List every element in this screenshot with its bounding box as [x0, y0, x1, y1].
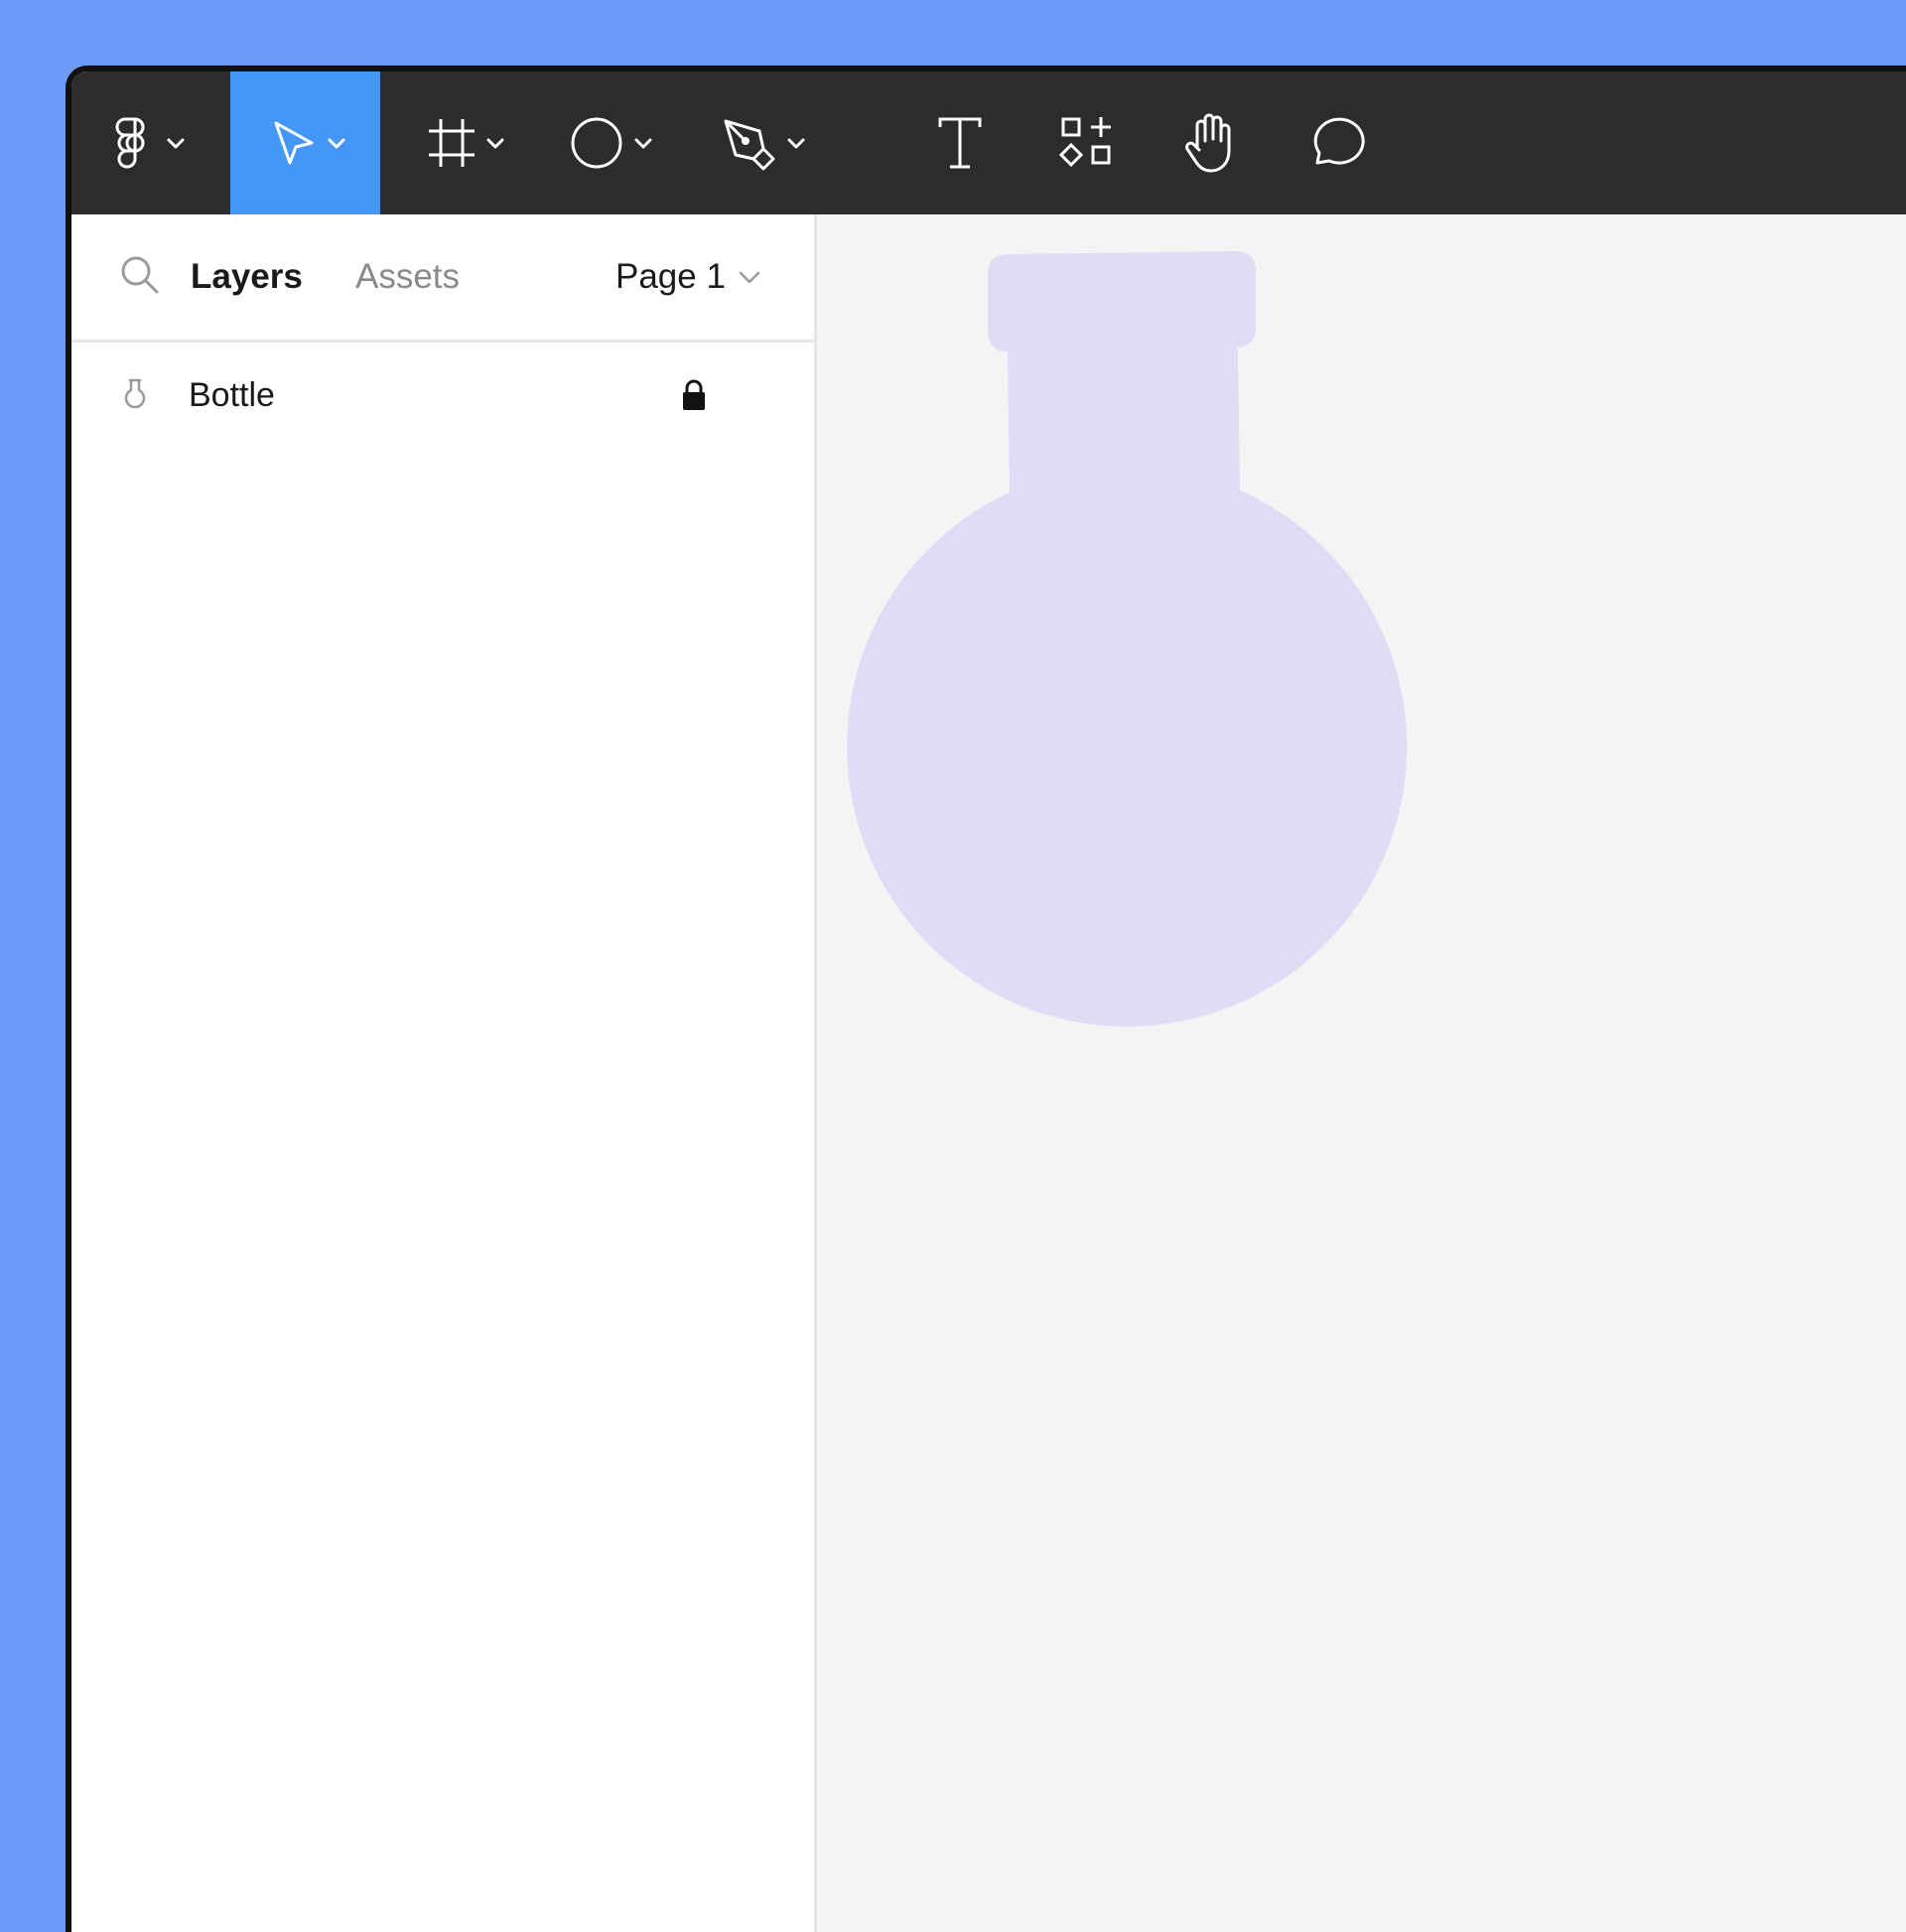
- app-window: Layers Assets Page 1 Bottle: [66, 66, 1906, 1932]
- figma-logo-icon: [115, 117, 185, 169]
- tab-assets[interactable]: Assets: [355, 214, 460, 340]
- text-tool-button[interactable]: [925, 71, 995, 214]
- main-menu-button[interactable]: [71, 71, 230, 214]
- move-tool-button[interactable]: [230, 71, 380, 214]
- comment-tool-button[interactable]: [1297, 71, 1373, 214]
- frame-tool-button[interactable]: [414, 71, 523, 214]
- layer-name: Bottle: [189, 376, 275, 414]
- canvas[interactable]: [817, 214, 1906, 1932]
- ellipse-icon: [571, 117, 652, 169]
- bottle-fill: [847, 251, 1408, 1028]
- panel-header: Layers Assets Page 1: [71, 214, 814, 343]
- page-selector-label: Page 1: [615, 257, 726, 296]
- speech-bubble-icon: [1313, 117, 1365, 165]
- lock-icon[interactable]: [681, 378, 707, 412]
- pen-tool-button[interactable]: [711, 71, 820, 214]
- hand-icon: [1185, 113, 1231, 173]
- chevron-down-icon: [167, 138, 185, 149]
- resources-button[interactable]: [1049, 71, 1125, 214]
- components-icon: [1058, 117, 1111, 168]
- chevron-down-icon: [739, 271, 760, 284]
- search-icon[interactable]: [119, 254, 163, 298]
- layers-panel: Layers Assets Page 1 Bottle: [71, 214, 817, 1932]
- cursor-arrow-icon: [274, 121, 344, 165]
- bottle-shape[interactable]: [817, 214, 1906, 1932]
- tab-layers[interactable]: Layers: [191, 214, 303, 340]
- frame-hash-icon: [429, 119, 504, 167]
- page-selector[interactable]: Page 1: [615, 214, 761, 340]
- text-t-icon: [938, 117, 982, 169]
- hand-tool-button[interactable]: [1173, 71, 1249, 214]
- layer-row-bottle[interactable]: Bottle: [71, 343, 814, 448]
- pen-nib-icon: [724, 119, 805, 171]
- shape-tool-button[interactable]: [560, 71, 669, 214]
- toolbar: [71, 71, 1906, 214]
- bottle-icon: [124, 378, 146, 409]
